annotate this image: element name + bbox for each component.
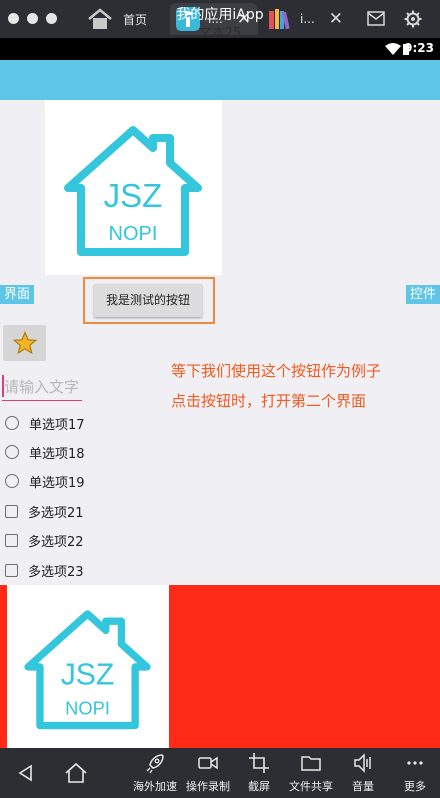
note-line-1: 等下我们使用这个按钮作为例子	[171, 362, 382, 380]
rocket-icon	[146, 754, 164, 774]
checkbox-icon[interactable]	[5, 533, 18, 547]
checkbox-label: 多选项21	[28, 505, 84, 521]
volume-button[interactable]: 音量	[342, 752, 384, 794]
logo-text-1: JSZ	[61, 658, 115, 691]
screenshot-button[interactable]: 截屏	[236, 752, 282, 794]
red-panel: JSZ NOPI	[0, 585, 440, 748]
status-bar: 9:23	[0, 38, 440, 60]
checkbox-icon[interactable]	[5, 504, 18, 518]
checkbox-option[interactable]: 多选项21	[5, 501, 84, 521]
bottom-toolbar: 海外加速 操作录制 截屏 文件共享 音量 更多	[0, 748, 440, 798]
accelerate-button[interactable]: 海外加速	[128, 752, 182, 794]
toolbar-label: 操作录制	[186, 780, 230, 793]
checkbox-icon[interactable]	[5, 563, 18, 577]
back-icon[interactable]	[17, 764, 35, 782]
status-time: 9:23	[404, 41, 434, 55]
app-header	[0, 60, 440, 100]
file-share-button[interactable]: 文件共享	[284, 752, 338, 794]
house-logo-icon: JSZ NOPI	[24, 610, 151, 730]
folder-icon	[301, 756, 321, 771]
note-line-2: 点击按钮时，打开第二个界面	[171, 392, 367, 410]
video-icon	[198, 756, 218, 770]
input-placeholder: 请输入文字	[4, 378, 80, 396]
checkbox-label: 多选项23	[28, 564, 84, 580]
radio-label: 单选项18	[29, 446, 85, 462]
star-icon	[13, 331, 37, 355]
more-button[interactable]: 更多	[395, 752, 435, 794]
logo-image: JSZ NOPI	[45, 100, 222, 275]
toolbar-label: 文件共享	[289, 780, 333, 793]
toolbar-label: 音量	[352, 780, 374, 793]
checkbox-option[interactable]: 多选项22	[5, 530, 84, 550]
app-title: 我的应用iApp	[176, 7, 264, 23]
radio-icon[interactable]	[5, 474, 19, 488]
test-button[interactable]: 我是测试的按钮	[94, 284, 202, 317]
interface-button[interactable]: 界面	[0, 285, 35, 304]
star-button[interactable]	[3, 325, 46, 361]
wifi-icon	[385, 43, 401, 55]
radio-option[interactable]: 单选项17	[5, 413, 85, 433]
record-button[interactable]: 操作录制	[181, 752, 235, 794]
more-icon	[407, 761, 423, 765]
radio-label: 单选项19	[29, 475, 85, 491]
controls-button[interactable]: 控件	[405, 285, 440, 304]
logo-text-2: NOPI	[65, 698, 110, 719]
house-logo-icon: JSZ NOPI	[64, 126, 202, 256]
radio-option[interactable]: 单选项19	[5, 471, 85, 491]
toolbar-label: 截屏	[248, 780, 270, 793]
logo-image: JSZ NOPI	[7, 585, 169, 748]
radio-icon[interactable]	[5, 445, 19, 459]
home-icon[interactable]	[64, 762, 88, 784]
radio-icon[interactable]	[5, 416, 19, 430]
radio-label: 单选项17	[29, 417, 85, 433]
toolbar-label: 海外加速	[133, 780, 177, 793]
crop-icon	[249, 753, 269, 773]
app-subtitle: 文本25	[198, 26, 242, 41]
checkbox-option[interactable]: 多选项23	[5, 560, 84, 580]
checkbox-label: 多选项22	[28, 534, 84, 550]
volume-icon	[354, 753, 371, 773]
toolbar-label: 更多	[404, 780, 426, 793]
radio-option[interactable]: 单选项18	[5, 442, 85, 462]
logo-text-2: NOPI	[109, 223, 158, 245]
logo-text-1: JSZ	[104, 177, 163, 214]
